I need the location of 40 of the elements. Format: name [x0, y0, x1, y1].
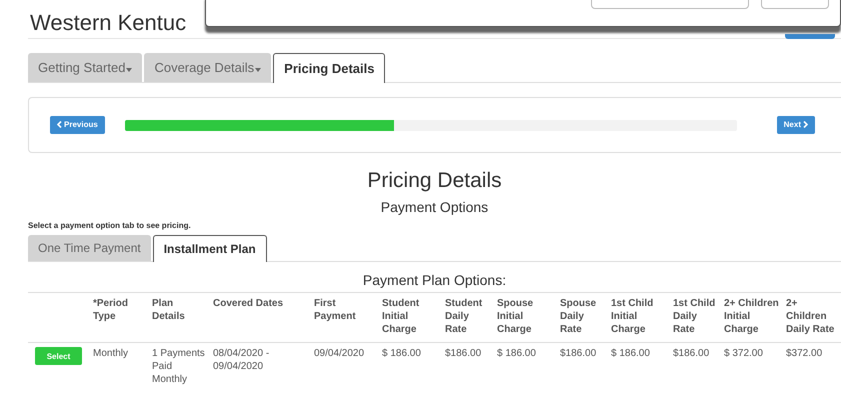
- next-button[interactable]: Next: [776, 116, 815, 134]
- column-header: Spouse Daily Rate: [560, 298, 596, 335]
- table-cell: 08/04/2020 - 09/04/2020: [213, 348, 270, 372]
- select-button[interactable]: Select: [35, 347, 82, 365]
- column-header: Plan Details: [152, 298, 185, 322]
- table-cell: $ 186.00: [611, 348, 650, 359]
- step-tab[interactable]: Coverage Details: [144, 53, 272, 82]
- column-header: Student Daily Rate: [445, 298, 482, 335]
- table-cell: Monthly: [93, 348, 128, 359]
- payment-tab[interactable]: One Time Payment: [28, 235, 151, 261]
- chevron-right-icon: [803, 121, 808, 128]
- payment-tab[interactable]: Installment Plan: [152, 235, 267, 262]
- previous-button[interactable]: Previous: [50, 116, 105, 134]
- page-heading: Pricing Details: [366, 169, 503, 193]
- table-title: Payment Plan Options:: [28, 272, 841, 293]
- column-header: First Payment: [314, 298, 356, 322]
- column-header: Spouse Initial Charge: [497, 298, 534, 335]
- table-cell: $186.00: [560, 348, 596, 359]
- step-tab[interactable]: Pricing Details: [273, 53, 386, 83]
- table-cell: $372.00: [786, 348, 822, 359]
- page-title: Western Kentuc: [30, 9, 186, 37]
- column-header: 1st Child Daily Rate: [673, 298, 716, 335]
- section-heading: Payment Options: [380, 199, 490, 215]
- table-cell: 1 Payments Paid Monthly: [152, 348, 205, 385]
- table-cell: $ 186.00: [497, 348, 536, 359]
- table-cell: $186.00: [445, 348, 482, 359]
- table-cell: $ 186.00: [382, 348, 421, 359]
- table-cell: 09/04/2020: [314, 348, 364, 359]
- table-cell: $ 372.00: [724, 348, 763, 359]
- table-cell: $186.00: [673, 348, 710, 359]
- column-header: Covered Dates: [213, 298, 284, 309]
- button[interactable]: [785, 34, 835, 39]
- column-header: *Period Type: [93, 298, 128, 322]
- column-header: Student Initial Charge: [382, 298, 420, 335]
- step-tab[interactable]: Getting Started: [28, 53, 142, 82]
- column-header: 1st Child Initial Charge: [611, 298, 654, 335]
- chevron-left-icon: [57, 121, 62, 128]
- instruction-text: Select a payment option tab to see pricing.: [28, 221, 192, 231]
- column-header: 2+ Children Initial Charge: [724, 298, 779, 335]
- column-header: 2+ Children Daily Rate: [786, 298, 834, 335]
